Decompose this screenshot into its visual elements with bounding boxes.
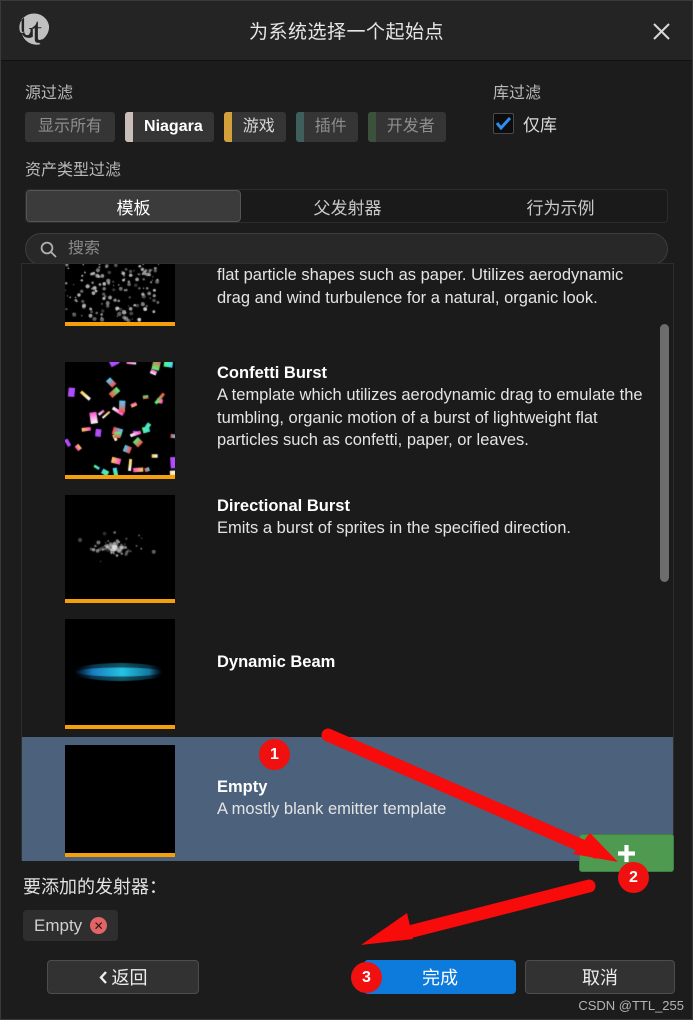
finish-button-label: 完成 [422, 968, 458, 988]
text-cell: Confetti Burst A template which utilizes… [217, 362, 673, 479]
source-accent-bar [295, 112, 304, 142]
list-item-title: Confetti Burst [217, 364, 327, 382]
unreal-engine-logo-icon [1, 13, 63, 49]
source-filter-plugin[interactable]: 插件 [295, 112, 358, 142]
close-icon[interactable] [630, 1, 692, 61]
search-area [1, 223, 692, 265]
thumbnail-black-empty [64, 745, 175, 857]
source-accent-bar [223, 112, 232, 142]
source-filter-buttons: 显示所有 Niagara 游戏 插件 开发者 [25, 112, 668, 142]
thumbnail-cell [22, 745, 217, 857]
niagara-emitter-picker-dialog: 为系统选择一个起始点 源过滤 库过滤 显示所有 Niagara 游戏 插件 开发… [0, 0, 693, 1020]
list-item-description: flat particle shapes such as paper. Util… [217, 266, 624, 307]
library-filter-label: 库过滤 [493, 85, 542, 102]
text-cell: flat particle shapes such as paper. Util… [217, 264, 673, 346]
thumbnail-rainbow-confetti [64, 362, 175, 479]
checkmark-icon [496, 117, 511, 130]
asset-type-tabs: 模板 父发射器 行为示例 [25, 189, 668, 223]
list-item-title: Empty [217, 778, 268, 796]
library-only-label: 仅库 [523, 116, 557, 135]
list-item[interactable]: Dynamic Beam [22, 611, 673, 737]
asset-type-filter-label: 资产类型过滤 [25, 162, 122, 179]
list-item[interactable]: flat particle shapes such as paper. Util… [22, 264, 673, 354]
list-item-title: Dynamic Beam [217, 653, 336, 671]
thumbnail-cyan-beam [64, 619, 175, 729]
thumbnail-white-sprite-burst [64, 495, 175, 603]
list-item-description: Emits a burst of sprites in the specifie… [217, 519, 571, 537]
text-cell: Dynamic Beam [217, 619, 673, 729]
source-filter-developer-label: 开发者 [386, 118, 435, 135]
remove-circle-icon[interactable]: ✕ [90, 917, 108, 934]
cancel-button-label: 取消 [582, 968, 618, 988]
source-filter-developer[interactable]: 开发者 [367, 112, 446, 142]
source-filter-niagara[interactable]: Niagara [125, 112, 214, 142]
selected-emitter-chip-label: Empty [34, 915, 83, 935]
dialog-footer: 要添加的发射器： Empty ✕ 返回 完成 取消 CSDN @TTL_255 [1, 834, 692, 1019]
checkbox-box [493, 113, 514, 134]
list-item-selected[interactable]: Empty A mostly blank emitter template [22, 737, 673, 862]
emitters-to-add-label: 要添加的发射器： [23, 877, 167, 897]
cancel-button[interactable]: 取消 [525, 960, 675, 994]
source-filter-show-all-label: 显示所有 [38, 118, 103, 135]
list-item[interactable]: Confetti Burst A template which utilizes… [22, 354, 673, 487]
thumbnail-cell [22, 619, 217, 729]
tab-parent-emitters[interactable]: 父发射器 [241, 190, 454, 222]
chevron-left-icon [98, 970, 107, 984]
back-button-label: 返回 [111, 968, 148, 988]
source-filter-label: 源过滤 [25, 85, 74, 102]
filters-area: 源过滤 库过滤 显示所有 Niagara 游戏 插件 开发者 仅库 [1, 61, 692, 142]
search-box[interactable] [25, 233, 668, 265]
thumbnail-sparse-white-particles [64, 264, 175, 326]
list-scrollbar-thumb[interactable] [660, 324, 669, 582]
selected-emitter-chip[interactable]: Empty ✕ [23, 910, 119, 941]
source-filter-niagara-label: Niagara [144, 118, 203, 135]
add-emitter-button[interactable] [579, 834, 674, 872]
list-item-description: A template which utilizes aerodynamic dr… [217, 386, 643, 449]
source-accent-bar [367, 112, 376, 142]
library-only-checkbox[interactable]: 仅库 [493, 111, 557, 136]
tab-templates[interactable]: 模板 [26, 190, 241, 222]
emitter-template-list[interactable]: flat particle shapes such as paper. Util… [21, 263, 674, 863]
tab-behavior-examples[interactable]: 行为示例 [454, 190, 667, 222]
emitter-template-list-inner: flat particle shapes such as paper. Util… [22, 264, 673, 862]
thumbnail-cell [22, 264, 217, 346]
source-filter-plugin-label: 插件 [314, 118, 347, 135]
plus-icon [618, 844, 635, 862]
back-button[interactable]: 返回 [47, 960, 199, 994]
finish-button[interactable]: 完成 [364, 960, 516, 994]
thumbnail-cell [22, 362, 217, 479]
search-input[interactable] [68, 240, 653, 258]
source-filter-show-all[interactable]: 显示所有 [25, 112, 116, 142]
list-item[interactable]: Directional Burst Emits a burst of sprit… [22, 487, 673, 611]
text-cell: Directional Burst Emits a burst of sprit… [217, 495, 673, 603]
list-scrollbar[interactable] [660, 268, 669, 860]
thumbnail-cell [22, 495, 217, 603]
source-accent-bar [125, 112, 134, 142]
search-icon [40, 241, 57, 258]
list-item-title: Directional Burst [217, 497, 350, 515]
dialog-title: 为系统选择一个起始点 [248, 22, 444, 43]
source-filter-game-label: 游戏 [242, 118, 275, 135]
asset-type-filter-area: 资产类型过滤 模板 父发射器 行为示例 [1, 142, 692, 223]
source-filter-game[interactable]: 游戏 [223, 112, 286, 142]
dialog-title-bar: 为系统选择一个起始点 [1, 1, 692, 61]
list-item-description: A mostly blank emitter template [217, 800, 447, 818]
watermark: CSDN @TTL_255 [578, 998, 684, 1013]
